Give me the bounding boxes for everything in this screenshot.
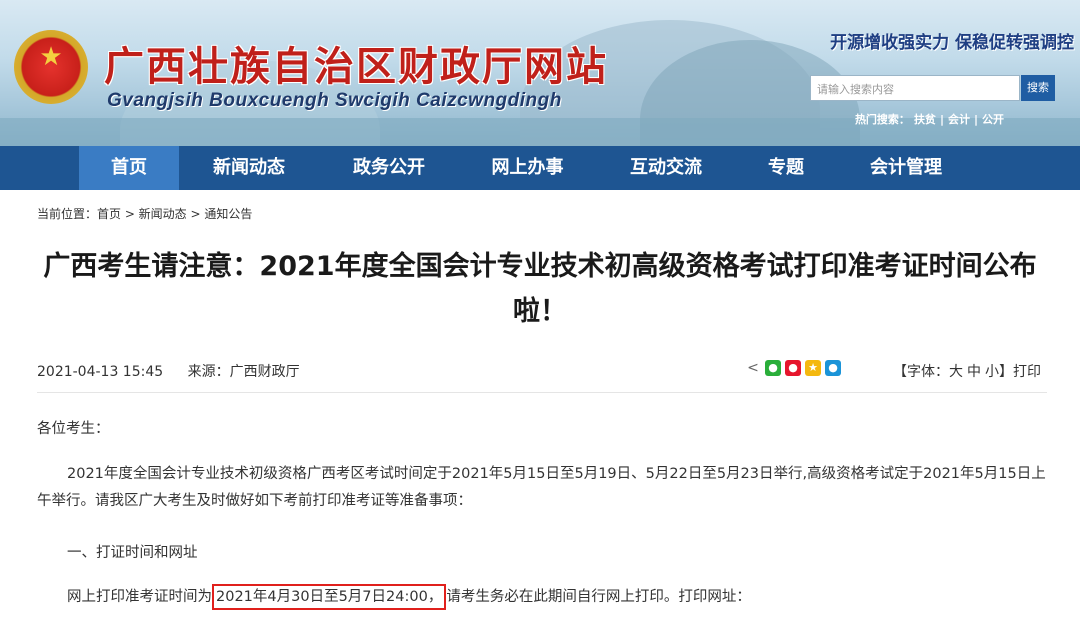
article-source: 来源：广西财政厅 [187, 364, 300, 380]
time-suffix: 请考生务必在此期间自行网上打印。打印网址： [446, 589, 751, 605]
emblem-star-icon: ★ [39, 42, 63, 72]
print-link[interactable]: 打印 [1013, 364, 1041, 380]
share-icon[interactable]: < [745, 360, 761, 376]
publish-datetime: 2021-04-13 15:45 [37, 364, 164, 380]
nav-item-online-services[interactable]: 网上办事 [459, 146, 596, 190]
main-nav: 首页 新闻动态 政务公开 网上办事 互动交流 专题 会计管理 [0, 146, 1080, 190]
breadcrumb[interactable]: 当前位置：首页 > 新闻动态 > 通知公告 [37, 205, 252, 222]
qq-icon[interactable]: ● [825, 360, 841, 376]
header-banner: ★ 广西壮族自治区财政厅网站 Gvangjsih Bouxcuengh Swci… [0, 0, 1080, 146]
font-label: 【字体： [893, 364, 949, 380]
section-heading: 一、打证时间和网址 [67, 545, 198, 561]
font-size-tools: 【字体：大中小】打印 [893, 361, 1045, 381]
font-label-end: 】 [999, 364, 1013, 380]
font-size-small[interactable]: 小 [985, 364, 999, 380]
time-highlight: 2021年4月30日至5月7日24:00， [212, 584, 447, 610]
nav-item-interaction[interactable]: 互动交流 [596, 146, 736, 190]
nav-item-topics[interactable]: 专题 [736, 146, 836, 190]
article-meta: 2021-04-13 15:45 来源：广西财政厅 [37, 361, 300, 381]
hot-search-sep: | [973, 113, 978, 126]
hot-search-term[interactable]: 公开 [982, 113, 1004, 126]
site-subtitle: Gvangjsih Bouxcuengh Swcigih Caizcwngdin… [107, 90, 562, 111]
greeting: 各位考生： [37, 421, 110, 437]
print-time-paragraph: 网上打印准考证时间为 2021年4月30日至5月7日24:00， 请考生务必在此期间… [67, 584, 751, 611]
hot-search: 热门搜索： 扶贫 | 会计 | 公开 [853, 111, 1006, 127]
qzone-icon[interactable]: ★ [805, 360, 821, 376]
nav-item-government-affairs[interactable]: 政务公开 [319, 146, 459, 190]
time-prefix: 网上打印准考证时间为 [67, 589, 212, 605]
slogan: 开源增收强实力 保稳促转强调控 [830, 33, 1074, 53]
share-bar: < ● ● ★ ● [745, 360, 841, 376]
nav-item-news[interactable]: 新闻动态 [179, 146, 319, 190]
wechat-icon[interactable]: ● [765, 360, 781, 376]
divider [37, 392, 1047, 393]
site-title[interactable]: 广西壮族自治区财政厅网站 [104, 34, 608, 92]
search-input[interactable]: 请输入搜索内容 [810, 75, 1020, 101]
hot-search-sep: | [939, 113, 944, 126]
font-size-large[interactable]: 大 [949, 364, 963, 380]
hot-search-term[interactable]: 扶贫 [914, 113, 936, 126]
weibo-icon[interactable]: ● [785, 360, 801, 376]
intro-paragraph: 2021年度全国会计专业技术初级资格广西考区考试时间定于2021年5月15日至5… [37, 466, 1046, 509]
national-emblem-icon: ★ [14, 30, 88, 104]
nav-item-home[interactable]: 首页 [79, 146, 179, 190]
nav-item-accounting[interactable]: 会计管理 [836, 146, 976, 190]
search-button[interactable]: 搜索 [1021, 75, 1055, 101]
hot-search-term[interactable]: 会计 [948, 113, 970, 126]
article-title: 广西考生请注意：2021年度全国会计专业技术初高级资格考试打印准考证时间公布啦！ [43, 251, 1037, 327]
hot-search-label: 热门搜索： [854, 113, 910, 126]
font-size-medium[interactable]: 中 [967, 364, 981, 380]
